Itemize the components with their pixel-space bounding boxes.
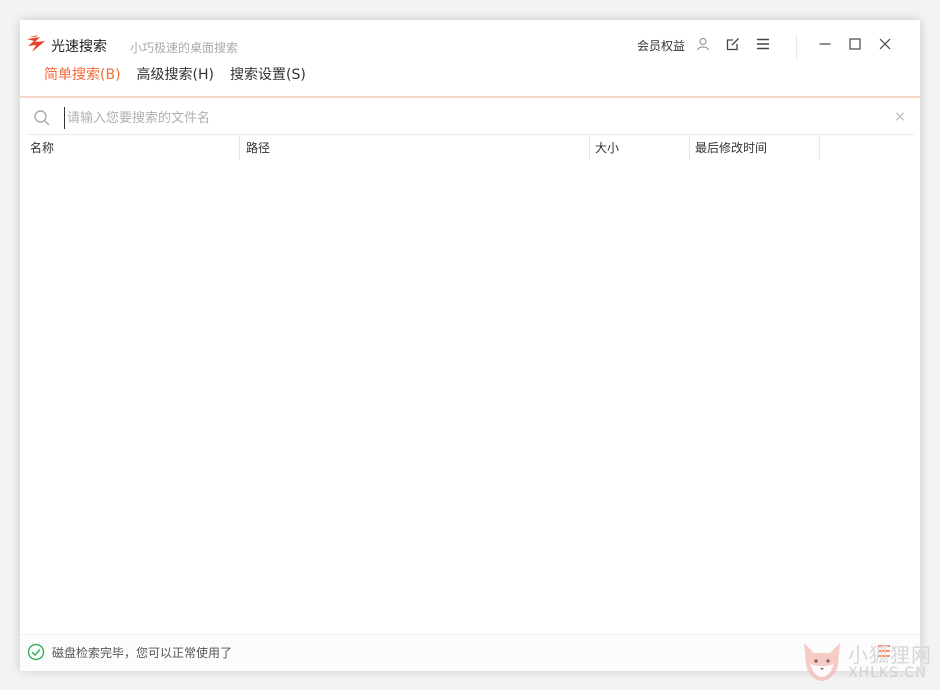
tab-bar: 简单搜索(B) 高级搜索(H) 搜索设置(S) bbox=[44, 64, 322, 86]
check-circle-icon bbox=[27, 643, 45, 661]
search-bar: × bbox=[26, 102, 914, 135]
member-benefits-link[interactable]: 会员权益 bbox=[637, 37, 685, 54]
watermark-domain: XHLKS.CN bbox=[848, 665, 927, 681]
watermark: 小狐狸网 XHLKS.CN bbox=[800, 637, 940, 687]
app-title: 光速搜索 bbox=[51, 39, 107, 55]
results-table-header: 名称 路径 大小 最后修改时间 bbox=[26, 136, 914, 160]
status-text: 磁盘检索完毕，您可以正常使用了 bbox=[52, 646, 233, 660]
tab-search-settings[interactable]: 搜索设置(S) bbox=[230, 64, 306, 86]
column-header-path[interactable]: 路径 bbox=[240, 136, 590, 160]
title-bar: 光速搜索 小巧极速的桌面搜索 会员权益 简单搜索(B) 高级搜索(H) 搜索设置… bbox=[20, 20, 920, 96]
fox-logo-icon bbox=[804, 643, 840, 681]
watermark-text: 小狐狸网 bbox=[848, 643, 932, 667]
minimize-icon[interactable] bbox=[814, 33, 836, 55]
app-window: 光速搜索 小巧极速的桌面搜索 会员权益 简单搜索(B) 高级搜索(H) 搜索设置… bbox=[20, 20, 920, 671]
user-icon[interactable] bbox=[692, 33, 714, 55]
app-logo-icon bbox=[27, 35, 45, 52]
search-input[interactable] bbox=[64, 107, 887, 129]
tab-divider bbox=[20, 96, 920, 98]
results-table-body[interactable] bbox=[26, 161, 914, 631]
maximize-icon[interactable] bbox=[844, 33, 866, 55]
titlebar-separator bbox=[796, 34, 797, 60]
search-icon bbox=[34, 110, 50, 126]
tab-simple-search[interactable]: 简单搜索(B) bbox=[44, 64, 121, 86]
app-subtitle: 小巧极速的桌面搜索 bbox=[130, 41, 239, 55]
column-header-size[interactable]: 大小 bbox=[590, 136, 690, 160]
close-icon[interactable] bbox=[874, 33, 896, 55]
edit-icon[interactable] bbox=[722, 33, 744, 55]
status-bar: 磁盘检索完毕，您可以正常使用了 bbox=[20, 634, 920, 671]
clear-search-button[interactable]: × bbox=[892, 109, 908, 125]
menu-icon[interactable] bbox=[752, 33, 774, 55]
tab-advanced-search[interactable]: 高级搜索(H) bbox=[137, 64, 214, 86]
column-header-name[interactable]: 名称 bbox=[26, 136, 240, 160]
column-header-modified-time[interactable]: 最后修改时间 bbox=[690, 136, 820, 160]
